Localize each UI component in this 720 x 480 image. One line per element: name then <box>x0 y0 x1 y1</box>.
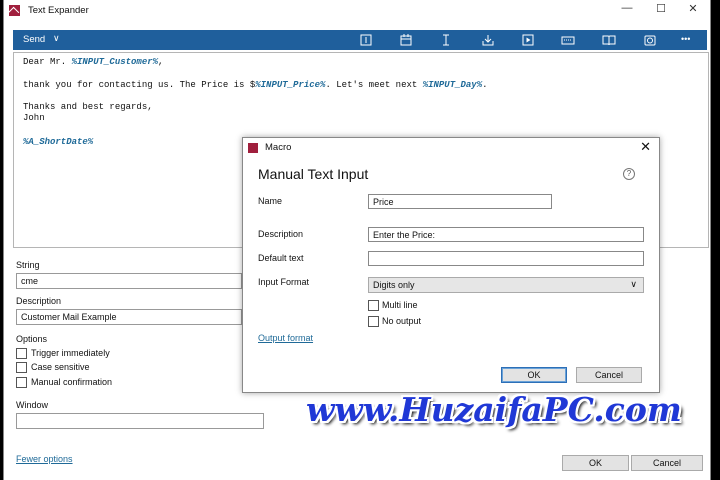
calendar-icon[interactable] <box>399 33 413 47</box>
input-format-label: Input Format <box>258 277 310 287</box>
book-icon[interactable] <box>602 33 616 47</box>
options-label: Options <box>16 334 48 344</box>
trigger-immediately-checkbox[interactable]: Trigger immediately <box>16 348 110 360</box>
description-input[interactable]: Customer Mail Example <box>16 309 242 325</box>
multi-line-checkbox[interactable]: Multi line <box>368 300 418 312</box>
string-value: cme <box>21 276 39 286</box>
editor-line-5: %A_ShortDate% <box>23 137 94 147</box>
play-icon[interactable] <box>521 33 535 47</box>
cancel-button[interactable]: Cancel <box>631 455 703 471</box>
macro-logo-icon <box>248 143 258 153</box>
dialog-close-button[interactable]: ✕ <box>640 139 651 155</box>
window-label: Window <box>16 400 49 410</box>
maximize-button[interactable]: ☐ <box>650 2 672 18</box>
send-button[interactable]: Send ∨ <box>13 30 70 50</box>
fewer-options-link[interactable]: Fewer options <box>16 454 73 464</box>
dialog-cancel-button[interactable]: Cancel <box>576 367 642 383</box>
name-input[interactable]: Price <box>368 194 552 209</box>
dialog-title: Macro <box>265 142 292 153</box>
macro-dialog: Macro ✕ Manual Text Input ? Name Price D… <box>242 137 660 393</box>
editor-line-2: thank you for contacting us. The Price i… <box>23 80 488 90</box>
title-bar: Text Expander — ☐ ✕ <box>4 0 710 22</box>
close-button[interactable]: ✕ <box>682 2 704 18</box>
case-sensitive-checkbox[interactable]: Case sensitive <box>16 362 90 374</box>
string-input[interactable]: cme <box>16 273 242 289</box>
watermark-text: www.HuzaifaPC.com <box>306 390 682 429</box>
chevron-down-icon: ∨ <box>53 33 60 43</box>
download-icon[interactable] <box>481 33 495 47</box>
description-label: Description <box>16 296 62 306</box>
string-label: String <box>16 260 40 270</box>
description-value: Customer Mail Example <box>21 312 117 322</box>
caret-icon[interactable] <box>439 33 453 47</box>
window-title: Text Expander <box>28 5 89 16</box>
editor-line-1: Dear Mr. %INPUT_Customer%, <box>23 57 164 67</box>
input-format-select[interactable]: Digits only ∨ <box>368 277 644 293</box>
manual-confirmation-checkbox[interactable]: Manual confirmation <box>16 377 112 389</box>
default-text-input[interactable] <box>368 251 644 266</box>
send-label: Send <box>23 34 46 45</box>
description-input[interactable]: Enter the Price: <box>368 227 644 242</box>
description-label: Description <box>258 229 304 239</box>
editor-line-3: Thanks and best regards, <box>23 102 153 112</box>
editor-line-4: John <box>23 113 45 123</box>
dialog-ok-button[interactable]: OK <box>501 367 567 383</box>
minimize-button[interactable]: — <box>616 2 638 18</box>
toolbar: Send ∨ ••• <box>13 30 707 50</box>
output-format-link[interactable]: Output format <box>258 333 313 343</box>
window-input[interactable] <box>16 413 264 429</box>
text-cursor-icon[interactable] <box>359 33 373 47</box>
app-logo-icon <box>9 5 20 16</box>
chevron-down-icon: ∨ <box>630 279 637 289</box>
no-output-checkbox[interactable]: No output <box>368 316 421 328</box>
default-text-label: Default text <box>258 253 304 263</box>
more-icon[interactable]: ••• <box>681 34 699 48</box>
help-icon[interactable]: ? <box>623 168 635 180</box>
keyboard-icon[interactable] <box>561 33 575 47</box>
camera-icon[interactable] <box>643 33 657 47</box>
dialog-heading: Manual Text Input <box>258 166 369 182</box>
name-label: Name <box>258 196 283 206</box>
ok-button[interactable]: OK <box>562 455 629 471</box>
